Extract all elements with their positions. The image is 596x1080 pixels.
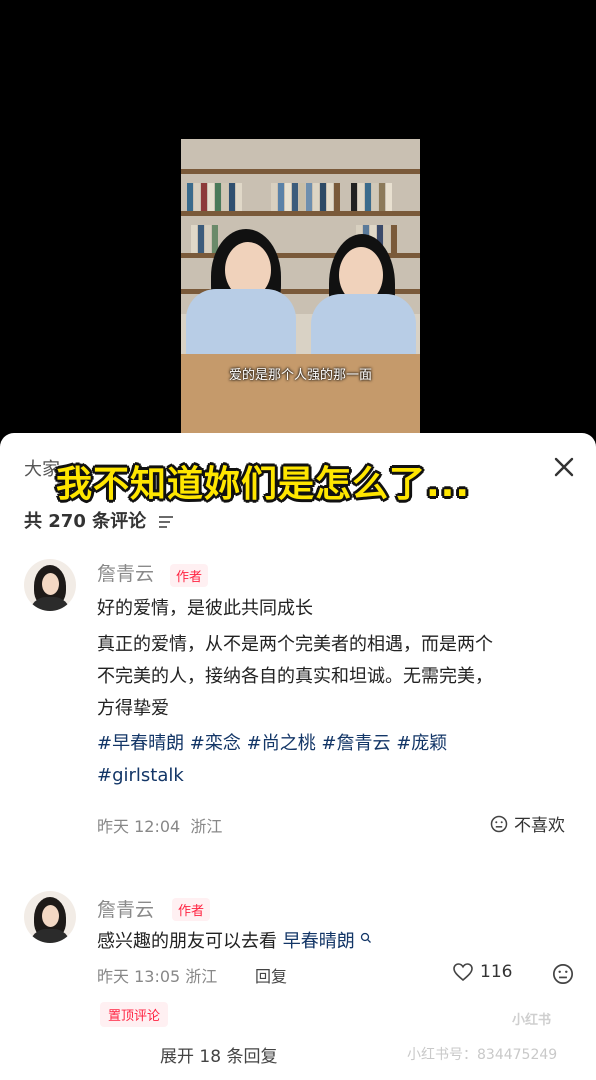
hashtag-list[interactable]: #早春晴朗 #栾念 #尚之桃 #詹青云 #庞颖 [97,728,447,760]
overlay-caption: 我不知道妳们是怎么了... [56,464,471,505]
comment-author[interactable]: 詹青云 [97,559,154,586]
comment-sheet: 大家 共 270 条评论 詹青云 作者 好的爱情，是彼此共同成长 真正的爱情，从… [0,433,596,1080]
author-badge: 作者 [170,564,209,587]
comment-author[interactable]: 詹青云 [97,895,154,922]
books [271,183,340,211]
books [187,183,242,211]
sort-icon[interactable] [158,515,174,529]
author-badge: 作者 [172,898,211,921]
sheet-header: 大家 [24,459,60,480]
comment-count: 共 270 条评论 [24,507,174,533]
neutral-face-icon[interactable] [552,963,574,985]
heart-icon [453,963,473,982]
watermark-logo: 小红书 [504,1005,560,1032]
search-link[interactable]: 早春晴朗 [283,931,355,952]
reply-button[interactable]: 回复 [255,963,287,987]
like-count: 116 [480,962,513,982]
comment-meta: 昨天 13:05 浙江 [97,967,218,986]
avatar[interactable] [24,559,76,611]
shelf [181,211,420,216]
close-icon[interactable] [552,455,576,479]
books [351,183,392,211]
comment-meta: 昨天 12:04 浙江 [97,817,223,836]
watermark-id: 小红书号：834475249 [407,1047,558,1063]
dislike-button[interactable]: 不喜欢 [490,811,565,836]
video-frame[interactable]: 爱的是那个人强的那一面 [181,139,420,440]
shelf [181,169,420,174]
comment-text-line: 方得挚爱 [97,698,169,719]
comment-text-line: 好的爱情，是彼此共同成长 [97,598,313,619]
comment-text-line: 不完美的人，接纳各自的真实和坦诚。无需完美， [97,666,493,687]
video-subtitle: 爱的是那个人强的那一面 [228,368,372,383]
neutral-face-icon [490,815,508,832]
search-icon[interactable] [360,932,372,944]
avatar[interactable] [24,891,76,943]
expand-replies-button[interactable]: 展开 18 条回复 [160,1042,277,1067]
like-button[interactable]: 116 [452,962,512,982]
hashtag-list[interactable]: #girlstalk [97,760,184,792]
books [191,225,218,253]
comment-text-line: 真正的爱情，从不是两个完美者的相遇，而是两个 [97,634,493,655]
pinned-badge: 置顶评论 [100,1002,169,1027]
comment-text: 感兴趣的朋友可以去看 早春晴朗 [97,926,372,958]
